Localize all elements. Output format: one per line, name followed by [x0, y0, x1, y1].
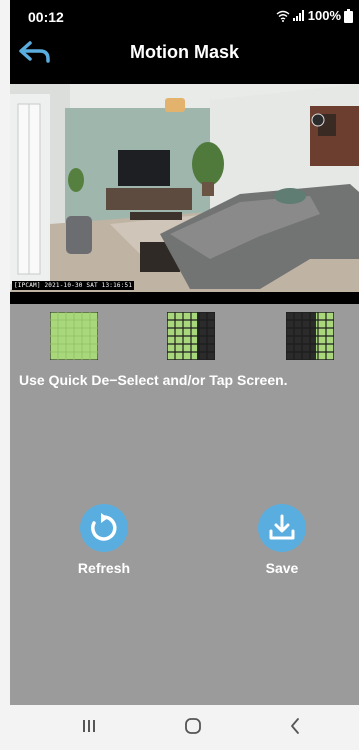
- recent-apps-button[interactable]: [76, 717, 102, 739]
- recent-apps-icon: [81, 718, 97, 739]
- battery-icon: [344, 8, 353, 23]
- page-title: Motion Mask: [129, 42, 239, 62]
- grid-left-selected-icon: [167, 312, 215, 360]
- status-indicators: 100%: [276, 8, 353, 23]
- mask-control-panel: Use Quick De−Select and/or Tap Screen. R…: [10, 292, 359, 705]
- refresh-label: Refresh: [77, 560, 131, 576]
- battery-percent: 100%: [307, 8, 341, 23]
- camera-view[interactable]: [IPCAM] 2021-10-30 SAT 13:16:51: [10, 84, 359, 292]
- grid-right-selected-icon: [286, 312, 334, 360]
- home-button[interactable]: [180, 717, 206, 739]
- camera-timestamp-osd: [IPCAM] 2021-10-30 SAT 13:16:51: [12, 281, 135, 290]
- refresh-icon: [80, 504, 128, 552]
- status-bar: 00:12 100%: [10, 0, 359, 32]
- mask-hint-text: Use Quick De−Select and/or Tap Screen.: [19, 372, 288, 388]
- grid-all-selected-icon: [50, 312, 98, 360]
- home-icon: [184, 717, 202, 740]
- chevron-left-icon: [288, 717, 302, 740]
- save-button[interactable]: Save: [237, 504, 327, 576]
- panel-divider: [10, 292, 359, 304]
- save-label: Save: [265, 560, 299, 576]
- refresh-button[interactable]: Refresh: [59, 504, 149, 576]
- camera-image: [10, 84, 359, 292]
- wifi-icon: [276, 10, 290, 22]
- signal-icon: [292, 10, 305, 21]
- title-bar: Motion Mask: [10, 32, 359, 84]
- download-save-icon: [258, 504, 306, 552]
- quick-deselect-left-button[interactable]: [286, 312, 334, 360]
- phone-screen: 00:12 100% Motion Mask [IPCAM] 2021-10-3…: [0, 0, 359, 750]
- quick-deselect-right-button[interactable]: [167, 312, 215, 360]
- status-time: 00:12: [28, 9, 64, 25]
- quick-select-all-button[interactable]: [50, 312, 98, 360]
- system-nav-bar: [10, 705, 359, 750]
- system-back-button[interactable]: [282, 717, 308, 739]
